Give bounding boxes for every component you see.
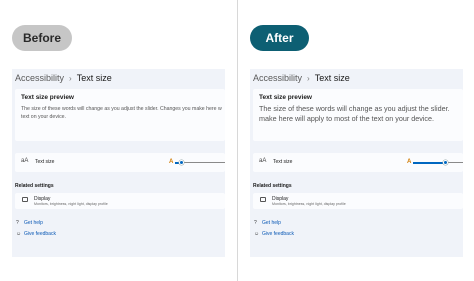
text-size-setting-card: aA Text size A <box>15 153 225 172</box>
monitor-icon <box>22 197 28 202</box>
give-feedback-label[interactable]: Give feedback <box>262 231 294 237</box>
chevron-right-icon: › <box>307 74 310 83</box>
preview-text-line: The size of these words will change as y… <box>259 104 450 113</box>
preview-title: Text size preview <box>259 94 312 101</box>
text-size-icon: aA <box>259 158 267 164</box>
text-size-setting-card: aA Text size A <box>253 153 463 172</box>
breadcrumb: Accessibility › Text size <box>253 73 350 83</box>
slider-a-icon: A <box>169 159 174 165</box>
monitor-icon <box>260 197 266 202</box>
preview-title: Text size preview <box>21 94 74 101</box>
give-feedback-link[interactable]: ☺ Give feedback <box>16 231 56 237</box>
slider-a-icon: A <box>407 159 412 165</box>
text-size-label: Text size <box>273 159 293 165</box>
breadcrumb-parent[interactable]: Accessibility <box>253 73 302 83</box>
text-size-preview-card: Text size preview The size of these word… <box>15 89 225 141</box>
breadcrumb-current: Text size <box>76 73 112 83</box>
preview-text-line: make here will apply to most of the text… <box>259 114 434 123</box>
text-size-label: Text size <box>35 159 55 165</box>
comparison-divider <box>237 0 238 281</box>
display-subtitle: Monitors, brightness, night light, displ… <box>34 202 108 206</box>
settings-panel-before: Accessibility › Text size Text size previe… <box>12 69 225 257</box>
text-size-preview-card: Text size preview The size of these word… <box>253 89 463 141</box>
related-settings-heading: Related settings <box>253 183 292 189</box>
breadcrumb-parent[interactable]: Accessibility <box>15 73 64 83</box>
breadcrumb: Accessibility › Text size <box>15 73 112 83</box>
give-feedback-label[interactable]: Give feedback <box>24 231 56 237</box>
text-size-slider-fill <box>413 161 445 164</box>
display-setting-card[interactable]: Display Monitors, brightness, night ligh… <box>253 193 463 209</box>
help-icon: ? <box>254 220 257 226</box>
display-setting-card[interactable]: Display Monitors, brightness, night ligh… <box>15 193 225 209</box>
preview-text: The size of these words will change as y… <box>259 104 463 124</box>
chevron-right-icon: › <box>69 74 72 83</box>
text-size-slider-thumb[interactable] <box>179 160 184 165</box>
get-help-label[interactable]: Get help <box>24 220 43 226</box>
breadcrumb-current: Text size <box>314 73 350 83</box>
preview-text-line: text on your device. <box>21 114 66 120</box>
feedback-icon: ☺ <box>254 231 260 237</box>
give-feedback-link[interactable]: ☺ Give feedback <box>254 231 294 237</box>
display-subtitle: Monitors, brightness, night light, displ… <box>272 202 346 206</box>
preview-text: The size of these words will change as y… <box>21 105 225 121</box>
get-help-label[interactable]: Get help <box>262 220 281 226</box>
related-settings-heading: Related settings <box>15 183 54 189</box>
help-icon: ? <box>16 220 19 226</box>
feedback-icon: ☺ <box>16 231 22 237</box>
preview-text-line: The size of these words will change as y… <box>21 106 222 112</box>
settings-panel-after: Accessibility › Text size Text size previe… <box>250 69 463 257</box>
text-size-icon: aA <box>21 158 29 164</box>
text-size-slider-thumb[interactable] <box>443 160 448 165</box>
before-label: Before <box>12 25 72 51</box>
get-help-link[interactable]: ? Get help <box>254 220 281 226</box>
get-help-link[interactable]: ? Get help <box>16 220 43 226</box>
after-label: After <box>250 25 309 51</box>
